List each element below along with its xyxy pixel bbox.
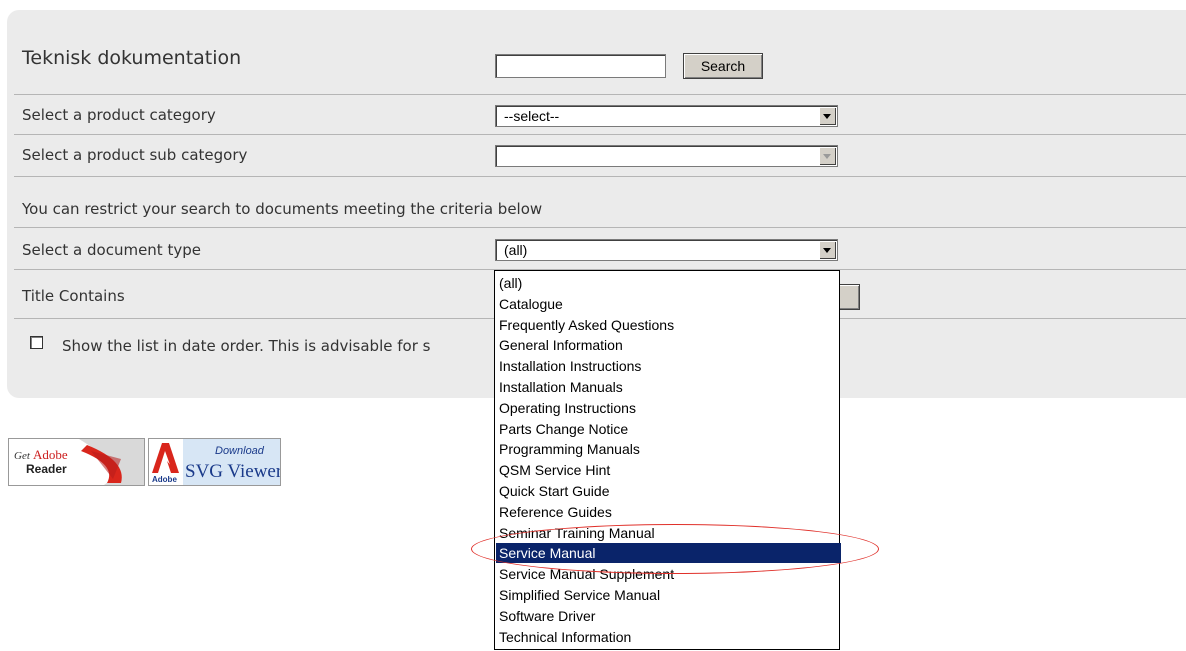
dropdown-option[interactable]: QSM Service Hint bbox=[498, 460, 610, 480]
dropdown-option[interactable]: Programming Manuals bbox=[498, 439, 640, 459]
dropdown-option[interactable]: Catalogue bbox=[498, 294, 563, 314]
chevron-down-icon[interactable] bbox=[819, 241, 836, 259]
dropdown-option[interactable]: Parts Change Notice bbox=[498, 419, 628, 439]
category-label: Select a product category bbox=[22, 106, 216, 124]
dropdown-option[interactable]: Operating Instructions bbox=[498, 398, 636, 418]
doctype-select-value: (all) bbox=[504, 242, 528, 258]
search-input[interactable] bbox=[495, 54, 666, 78]
badge-reader: Reader bbox=[26, 462, 67, 476]
dropdown-option[interactable]: General Information bbox=[498, 335, 623, 355]
dropdown-option[interactable]: Software Driver bbox=[498, 606, 595, 626]
divider bbox=[14, 176, 1186, 177]
date-order-checkbox[interactable] bbox=[30, 336, 43, 349]
dropdown-option[interactable]: Technical Information bbox=[498, 627, 631, 647]
get-adobe-reader-badge[interactable]: Get Adobe Reader bbox=[8, 438, 145, 486]
adobe-reader-logo: Get Adobe Reader bbox=[9, 439, 144, 485]
divider bbox=[14, 134, 1186, 135]
dropdown-option[interactable]: Frequently Asked Questions bbox=[498, 315, 674, 335]
date-order-label: Show the list in date order. This is adv… bbox=[62, 337, 431, 355]
subcategory-select[interactable] bbox=[495, 145, 838, 167]
page-title: Teknisk dokumentation bbox=[22, 47, 242, 69]
divider bbox=[14, 94, 1186, 95]
restrict-text: You can restrict your search to document… bbox=[22, 200, 543, 218]
dropdown-option[interactable]: Quick Start Guide bbox=[498, 481, 610, 501]
dropdown-option[interactable]: (all) bbox=[498, 273, 522, 293]
doctype-dropdown-list[interactable]: (all) Catalogue Frequently Asked Questions… bbox=[494, 270, 841, 650]
badge-get: Get bbox=[14, 450, 31, 462]
search-button[interactable]: Search bbox=[683, 53, 763, 79]
badge-download: Download bbox=[215, 445, 265, 457]
badge-svg-viewer: SVG Viewer bbox=[185, 461, 280, 482]
badge-svg-adobe: Adobe bbox=[152, 475, 177, 484]
category-select-value: --select-- bbox=[504, 108, 560, 124]
doctype-select[interactable]: (all) bbox=[495, 239, 838, 261]
category-select[interactable]: --select-- bbox=[495, 105, 838, 127]
divider bbox=[14, 227, 1186, 228]
doctype-label: Select a document type bbox=[22, 241, 201, 259]
dropdown-option[interactable]: Installation Instructions bbox=[498, 356, 641, 376]
svg-viewer-logo: Adobe Download SVG Viewer bbox=[149, 439, 283, 485]
chevron-down-icon[interactable] bbox=[819, 147, 836, 165]
badge-adobe: Adobe bbox=[33, 447, 68, 462]
download-svg-viewer-badge[interactable]: Adobe Download SVG Viewer bbox=[148, 438, 283, 486]
title-contains-label: Title Contains bbox=[22, 287, 125, 305]
dropdown-option[interactable]: Installation Manuals bbox=[498, 377, 623, 397]
dropdown-option[interactable]: Simplified Service Manual bbox=[498, 585, 660, 605]
subcategory-label: Select a product sub category bbox=[22, 146, 248, 164]
chevron-down-icon[interactable] bbox=[819, 107, 836, 125]
dropdown-option[interactable]: Reference Guides bbox=[498, 502, 612, 522]
annotation-ellipse bbox=[471, 524, 879, 574]
